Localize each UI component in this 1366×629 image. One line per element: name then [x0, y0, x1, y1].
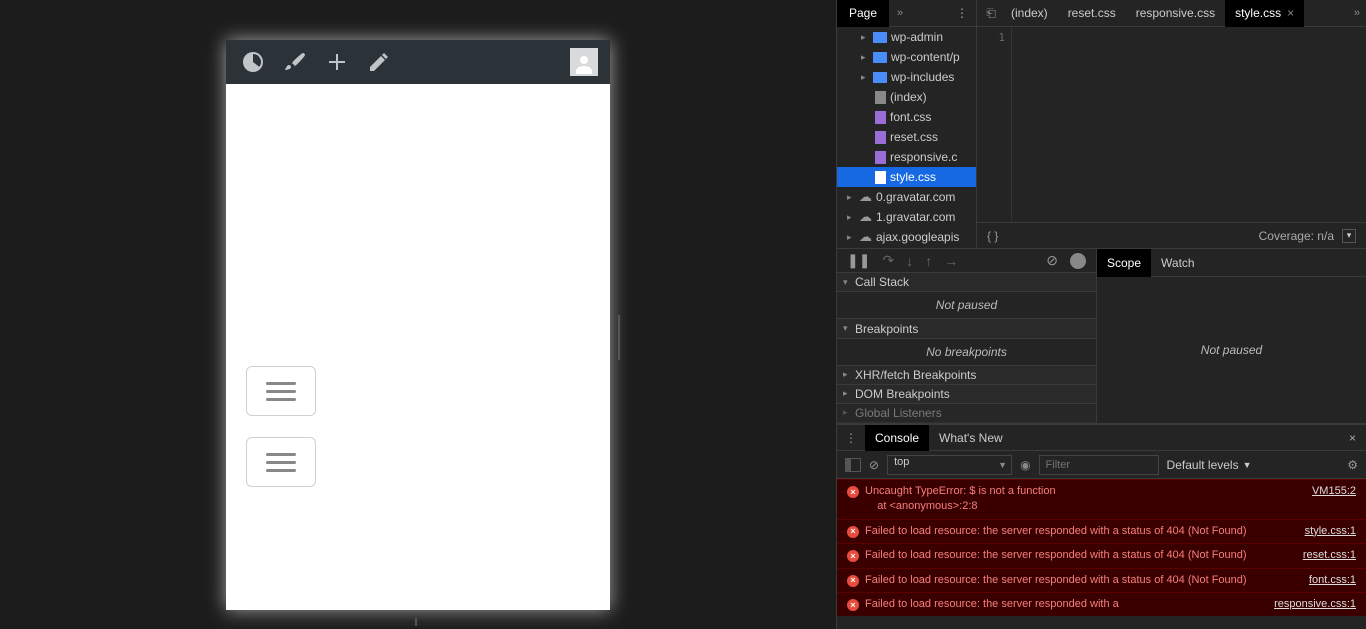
scope-panel: Scope Watch Not paused [1097, 249, 1366, 423]
pause-icon[interactable]: ❚❚ [847, 252, 870, 269]
tree-domain[interactable]: ▸☁0.gravatar.com [837, 187, 976, 207]
device-frame [226, 40, 610, 610]
scope-body: Not paused [1097, 277, 1366, 423]
navigator-tabs: Page » ⋮ [837, 0, 977, 26]
error-icon: × [847, 599, 859, 611]
brush-icon[interactable] [274, 40, 316, 84]
coverage-label: Coverage: n/a [1259, 229, 1334, 243]
section-xhr[interactable]: ▸XHR/fetch Breakpoints [837, 366, 1096, 385]
section-breakpoints[interactable]: ▾Breakpoints [837, 319, 1096, 338]
dashboard-icon[interactable] [232, 40, 274, 84]
console-error[interactable]: ×Failed to load resource: the server res… [837, 592, 1366, 616]
gear-icon[interactable]: ⚙ [1347, 458, 1358, 472]
pretty-print-icon[interactable]: { } [987, 229, 998, 243]
error-icon: × [847, 486, 859, 498]
watch-tab[interactable]: Watch [1151, 249, 1205, 277]
debug-toolbar: ❚❚ ↷ ↓ ↑ → ⊘ [837, 249, 1096, 273]
console-drawer: ⋮ Console What's New × ⊘ top ▼ ◉ Default… [837, 424, 1366, 629]
sidebar-toggle-icon[interactable] [845, 458, 861, 472]
console-error[interactable]: ×Uncaught TypeError: $ is not a function… [837, 479, 1366, 519]
source-link[interactable]: style.css:1 [1305, 524, 1356, 539]
console-tab[interactable]: Console [865, 425, 929, 451]
hamburger-button-2[interactable] [246, 437, 316, 487]
tree-file[interactable]: font.css [837, 107, 976, 127]
call-stack-body: Not paused [837, 292, 1096, 319]
tree-file-selected[interactable]: style.css [837, 167, 976, 187]
nav-back-icon[interactable]: ⎗ [981, 6, 1001, 21]
source-link[interactable]: responsive.css:1 [1274, 597, 1356, 612]
filter-input[interactable] [1039, 455, 1159, 475]
file-tab-index[interactable]: (index) [1001, 0, 1058, 27]
tree-file[interactable]: (index) [837, 87, 976, 107]
close-icon[interactable]: × [1287, 6, 1294, 20]
hamburger-button-1[interactable] [246, 366, 316, 416]
console-toolbar: ⊘ top ▼ ◉ Default levels▼ ⚙ [837, 451, 1366, 479]
error-icon: × [847, 550, 859, 562]
chevron-right-icon[interactable]: » [1354, 7, 1366, 19]
plus-icon[interactable] [316, 40, 358, 84]
tree-folder[interactable]: ▸wp-admin [837, 27, 976, 47]
close-icon[interactable]: × [1339, 431, 1366, 445]
source-link[interactable]: reset.css:1 [1303, 548, 1356, 563]
tree-file[interactable]: responsive.c [837, 147, 976, 167]
wp-admin-bar [226, 40, 610, 84]
console-error[interactable]: ×Failed to load resource: the server res… [837, 568, 1366, 592]
console-messages: ×Uncaught TypeError: $ is not a function… [837, 479, 1366, 629]
pause-exceptions-icon[interactable] [1070, 253, 1086, 269]
debug-sidebar: ❚❚ ↷ ↓ ↑ → ⊘ ▾Call Stack Not paused ▾Bre… [837, 249, 1097, 423]
avatar[interactable] [570, 48, 598, 76]
line-gutter: 1 [977, 27, 1012, 248]
file-tree: ▸wp-admin ▸wp-content/p ▸wp-includes (in… [837, 27, 977, 248]
eye-icon[interactable]: ◉ [1020, 458, 1030, 472]
page-tab[interactable]: Page [837, 0, 889, 27]
drawer-more-icon[interactable]: ⋮ [837, 431, 865, 445]
console-error[interactable]: ×Failed to load resource: the server res… [837, 519, 1366, 543]
step-into-icon[interactable]: ↓ [906, 253, 913, 269]
deactivate-breakpoints-icon[interactable]: ⊘ [1046, 252, 1058, 269]
context-select[interactable]: top [887, 455, 1012, 475]
devtools-panel: Page » ⋮ ⎗ (index) reset.css responsive.… [836, 0, 1366, 629]
coverage-toggle-icon[interactable]: ▾ [1342, 229, 1356, 243]
file-tab-responsive[interactable]: responsive.css [1126, 0, 1225, 27]
file-tab-style[interactable]: style.css× [1225, 0, 1304, 27]
tree-file[interactable]: reset.css [837, 127, 976, 147]
resize-handle-bottom[interactable] [415, 618, 417, 625]
section-call-stack[interactable]: ▾Call Stack [837, 273, 1096, 292]
file-tab-reset[interactable]: reset.css [1058, 0, 1126, 27]
step-out-icon[interactable]: ↑ [925, 253, 932, 269]
file-tabs: ⎗ (index) reset.css responsive.css style… [977, 0, 1366, 26]
step-icon[interactable]: → [944, 253, 958, 269]
responsive-viewport [0, 0, 836, 629]
whatsnew-tab[interactable]: What's New [929, 425, 1013, 451]
section-dom[interactable]: ▸DOM Breakpoints [837, 385, 1096, 404]
error-icon: × [847, 526, 859, 538]
tree-folder[interactable]: ▸wp-includes [837, 67, 976, 87]
section-global[interactable]: ▸Global Listeners [837, 404, 1096, 423]
tree-domain[interactable]: ▸☁1.gravatar.com [837, 207, 976, 227]
more-icon[interactable]: ⋮ [948, 6, 976, 20]
page-body [226, 84, 610, 610]
error-icon: × [847, 575, 859, 587]
breakpoints-body: No breakpoints [837, 339, 1096, 366]
chevron-right-icon[interactable]: » [889, 7, 911, 19]
tree-domain[interactable]: ▸☁ajax.googleapis [837, 227, 976, 247]
console-error[interactable]: ×Failed to load resource: the server res… [837, 543, 1366, 567]
code-editor[interactable]: 1 { } Coverage: n/a ▾ [977, 27, 1366, 248]
resize-handle-right[interactable] [616, 315, 624, 360]
tree-folder[interactable]: ▸wp-content/p [837, 47, 976, 67]
pencil-icon[interactable] [358, 40, 400, 84]
scope-tab[interactable]: Scope [1097, 249, 1151, 277]
source-link[interactable]: VM155:2 [1312, 484, 1356, 515]
source-link[interactable]: font.css:1 [1309, 573, 1356, 588]
step-over-icon[interactable]: ↷ [882, 252, 894, 269]
clear-console-icon[interactable]: ⊘ [869, 458, 879, 472]
levels-select[interactable]: Default levels▼ [1167, 458, 1252, 472]
